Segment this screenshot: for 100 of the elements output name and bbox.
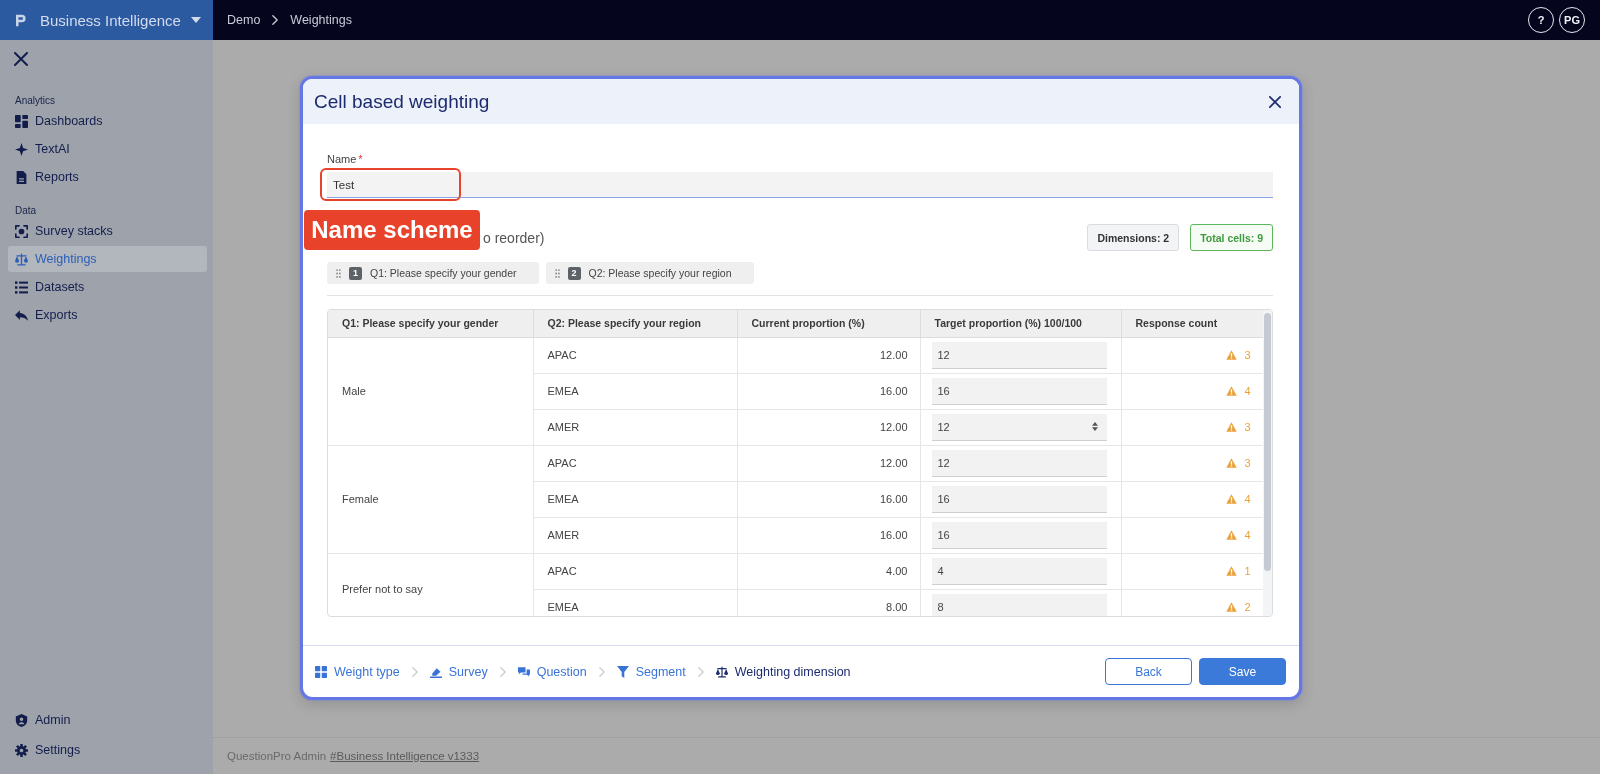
- warning-icon: [1226, 566, 1238, 576]
- order-number: 2: [567, 266, 581, 280]
- breadcrumb-link[interactable]: Demo: [227, 13, 261, 27]
- target-input[interactable]: 12: [931, 341, 1107, 369]
- chevron-icon: [499, 666, 506, 677]
- column-header: Q1: Please specify your gender: [328, 310, 533, 337]
- dimension-chip[interactable]: 1 Q1: Please specify your gender: [327, 262, 539, 284]
- close-icon: [14, 52, 28, 66]
- scrollbar-thumb[interactable]: [1264, 313, 1271, 571]
- target-input[interactable]: 16: [931, 377, 1107, 405]
- table-cell: 16.00: [737, 373, 920, 409]
- frame-icon: [15, 224, 28, 238]
- response-count: 3: [1244, 421, 1251, 433]
- count-badge: Dimensions: 2: [1087, 224, 1180, 251]
- shield-icon: [15, 713, 28, 727]
- column-header: Target proportion (%) 100/100: [920, 310, 1121, 337]
- warning-icon: [1226, 458, 1238, 468]
- target-input[interactable]: 16: [931, 485, 1107, 513]
- table-cell: 12.00: [737, 409, 920, 445]
- section-label: Analytics: [14, 96, 56, 106]
- column-header: Q2: Please specify your region: [533, 310, 737, 337]
- spinner-icon[interactable]: [1091, 422, 1098, 431]
- warning-icon: [1226, 350, 1238, 360]
- response-count: 4: [1244, 529, 1251, 541]
- column-header: Response count: [1121, 310, 1263, 337]
- chevron-icon: [272, 15, 279, 25]
- sparkle-icon: [15, 142, 28, 156]
- chevron-icon: [697, 666, 704, 677]
- target-input[interactable]: 8: [931, 593, 1107, 616]
- chip-label: Q1: Please specify your gender: [370, 267, 517, 279]
- nav-item[interactable]: Exports: [8, 302, 207, 328]
- callout-label: Name scheme: [304, 210, 480, 250]
- target-input[interactable]: 4: [931, 557, 1107, 585]
- warning-icon: [1226, 602, 1238, 612]
- target-input[interactable]: 12: [931, 413, 1107, 441]
- column-header: Current proportion (%): [737, 310, 920, 337]
- grid-icon: [315, 665, 327, 678]
- response-count: 4: [1244, 493, 1251, 505]
- step-link[interactable]: Question: [517, 664, 587, 679]
- caret-icon: [191, 17, 201, 23]
- table-cell: 16.00: [737, 517, 920, 553]
- scale-icon: [15, 252, 28, 266]
- logo-icon: [16, 13, 26, 27]
- reply-arrow-icon: [15, 308, 28, 322]
- nav-item[interactable]: Survey stacks: [8, 218, 207, 244]
- response-count: 3: [1244, 457, 1251, 469]
- nav-item[interactable]: Datasets: [8, 274, 207, 300]
- list-icon: [15, 280, 28, 294]
- field-label: Name *: [327, 152, 363, 166]
- nav-item[interactable]: Reports: [8, 164, 207, 190]
- table-cell: Male: [328, 337, 533, 445]
- warning-icon: [1226, 530, 1238, 540]
- table-cell: 12.00: [737, 337, 920, 373]
- step-link[interactable]: Segment: [616, 664, 686, 679]
- response-count: 1: [1244, 565, 1251, 577]
- table-cell: Female: [328, 445, 533, 553]
- count-badge: Total cells: 9: [1190, 224, 1273, 251]
- step-link[interactable]: Weight type: [315, 664, 400, 679]
- drag-handle-icon[interactable]: [554, 268, 560, 278]
- table-cell: 16.00: [737, 481, 920, 517]
- name-input[interactable]: Test: [327, 172, 1273, 198]
- section-label: Data: [14, 206, 38, 216]
- warning-icon: [1226, 422, 1238, 432]
- target-input[interactable]: 12: [931, 449, 1107, 477]
- nav-item[interactable]: Settings: [8, 737, 207, 763]
- response-count: 2: [1244, 601, 1251, 613]
- back-button[interactable]: Back: [1105, 658, 1192, 685]
- response-count: 3: [1244, 349, 1251, 361]
- order-number: 1: [349, 266, 362, 280]
- close-button[interactable]: [11, 49, 31, 69]
- chip-label: Q2: Please specify your region: [588, 267, 732, 279]
- table-cell: APAC: [533, 445, 737, 481]
- chevron-icon: [411, 666, 418, 677]
- drag-handle-icon[interactable]: [336, 268, 341, 278]
- table-cell: AMER: [533, 517, 737, 553]
- scale-icon: [715, 665, 728, 678]
- chevron-icon: [598, 666, 605, 677]
- save-button[interactable]: Save: [1199, 658, 1286, 685]
- nav-item[interactable]: TextAI: [8, 136, 207, 162]
- table-cell: APAC: [533, 553, 737, 589]
- warning-icon: [1226, 386, 1238, 396]
- response-count: 4: [1244, 385, 1251, 397]
- nav-item[interactable]: Admin: [8, 707, 207, 733]
- dashboard-icon: [15, 114, 28, 128]
- table-cell: EMEA: [533, 481, 737, 517]
- target-input[interactable]: 16: [931, 521, 1107, 549]
- close-icon: [1269, 95, 1281, 108]
- dimension-chip[interactable]: 2 Q2: Please specify your region: [545, 262, 754, 284]
- table-cell: AMER: [533, 409, 737, 445]
- settings-icon: [15, 743, 28, 757]
- warning-icon: [1226, 494, 1238, 504]
- breadcrumb-link[interactable]: Weightings: [290, 13, 352, 27]
- step-link[interactable]: Survey: [429, 664, 488, 679]
- chat-icon: [517, 665, 530, 678]
- table-cell: 12.00: [737, 445, 920, 481]
- nav-item[interactable]: Dashboards: [8, 108, 207, 134]
- table-cell: APAC: [533, 337, 737, 373]
- product-switcher[interactable]: Business Intelligence: [26, 7, 201, 33]
- step-link[interactable]: Weighting dimension: [715, 664, 851, 679]
- document-icon: [15, 170, 28, 184]
